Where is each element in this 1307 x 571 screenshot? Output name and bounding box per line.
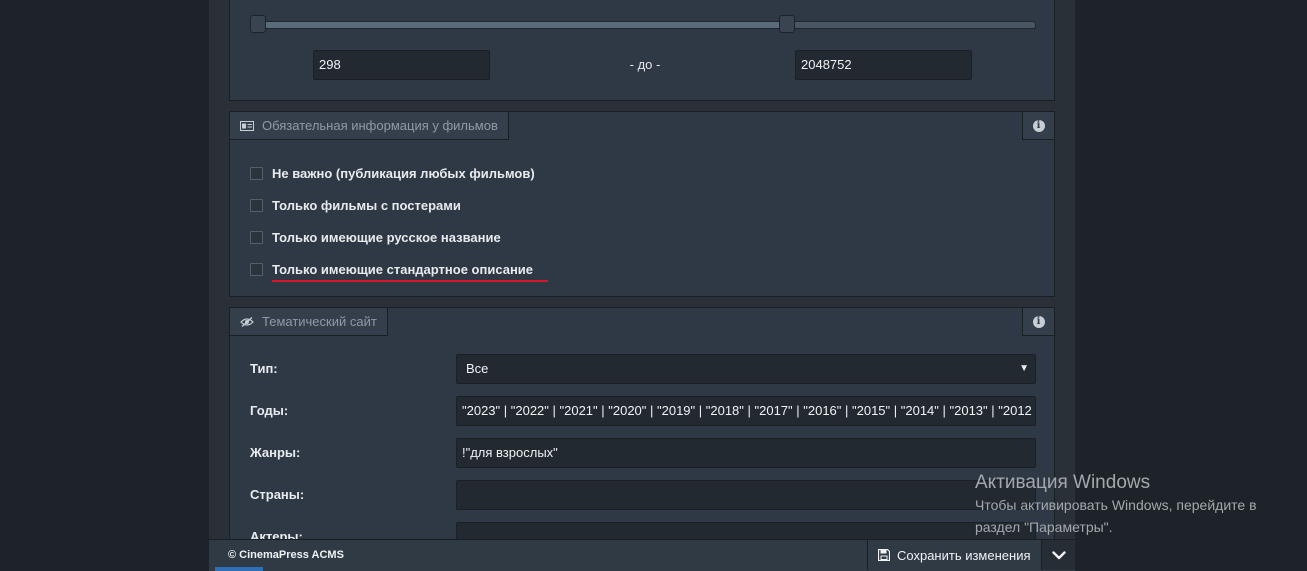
range-separator: - до - — [629, 57, 661, 72]
range-slider-min-handle[interactable] — [250, 15, 266, 33]
form-row-genres: Жанры: !"для взрослых" — [250, 438, 1036, 468]
save-button-label: Сохранить изменения — [897, 547, 1031, 563]
settings-page: 298 - до - 2048752 Обязательная информац… — [209, 0, 1075, 571]
panel-title: Обязательная информация у фильмов — [262, 117, 498, 133]
range-max-input[interactable]: 2048752 — [795, 50, 972, 80]
checkbox-any[interactable]: Не важно (публикация любых фильмов) — [250, 166, 535, 181]
panel-header: Обязательная информация у фильмов i — [230, 112, 1054, 140]
info-icon: i — [1032, 119, 1045, 132]
brand-link[interactable]: © CinemaPress ACMS — [228, 540, 344, 570]
chevron-down-icon — [1051, 550, 1066, 559]
form-row-years: Годы: "2023" | "2022" | "2021" | "2020" … — [250, 396, 1036, 426]
panel-header: Тематический сайт i — [230, 308, 1054, 336]
range-min-input[interactable]: 298 — [313, 50, 490, 80]
genres-input[interactable]: !"для взрослых" — [456, 438, 1036, 468]
checkbox-posters[interactable]: Только фильмы с постерами — [250, 198, 461, 213]
id-card-icon — [240, 120, 254, 131]
years-input[interactable]: "2023" | "2022" | "2021" | "2020" | "201… — [456, 396, 1036, 426]
range-slider-selection — [251, 22, 788, 28]
checkbox-box[interactable] — [250, 167, 263, 180]
countries-label: Страны: — [250, 487, 305, 502]
windows-activation-watermark: Активация Windows Чтобы активировать Win… — [975, 472, 1257, 538]
panel-tab: Обязательная информация у фильмов — [230, 112, 509, 140]
form-row-type: Тип: Все ▼ — [250, 354, 1036, 384]
footer-toggle-button[interactable] — [1041, 540, 1075, 570]
checkbox-label: Только имеющие русское название — [272, 230, 501, 245]
type-label: Тип: — [250, 361, 278, 376]
range-panel: 298 - до - 2048752 — [229, 0, 1055, 101]
checkbox-label: Не важно (публикация любых фильмов) — [272, 166, 535, 181]
checkbox-standard-description[interactable]: Только имеющие стандартное описание — [250, 262, 533, 277]
checkbox-box[interactable] — [250, 199, 263, 212]
checkbox-russian-title[interactable]: Только имеющие русское название — [250, 230, 501, 245]
type-select[interactable]: Все ▼ — [456, 354, 1036, 384]
save-button[interactable]: Сохранить изменения — [867, 540, 1041, 570]
form-row-countries: Страны: — [250, 480, 1036, 510]
range-slider-track[interactable] — [250, 21, 1036, 29]
checkbox-box[interactable] — [250, 263, 263, 276]
watermark-title: Активация Windows — [975, 472, 1151, 493]
highlight-underline — [272, 280, 548, 282]
save-icon — [878, 549, 890, 561]
watermark-line-2: раздел "Параметры". — [975, 519, 1113, 535]
type-select-value: Все — [466, 361, 489, 376]
genres-label: Жанры: — [250, 445, 301, 460]
years-label: Годы: — [250, 403, 289, 418]
info-icon: i — [1032, 315, 1045, 328]
panel-title: Тематический сайт — [262, 313, 377, 329]
watermark-line-1: Чтобы активировать Windows, перейдите в — [975, 497, 1257, 513]
required-info-panel: Обязательная информация у фильмов i Не в… — [229, 111, 1055, 297]
thematic-site-panel: Тематический сайт i Тип: Все ▼ Годы: "20… — [229, 307, 1055, 571]
panel-tab: Тематический сайт — [230, 308, 388, 336]
checkbox-label: Только фильмы с постерами — [272, 198, 461, 213]
checkbox-label: Только имеющие стандартное описание — [272, 262, 534, 277]
checkbox-box[interactable] — [250, 231, 263, 244]
caret-down-icon: ▼ — [1019, 363, 1029, 374]
range-slider-max-handle[interactable] — [778, 15, 795, 33]
footer-bar: © CinemaPress ACMS Сохранить изменения — [209, 539, 1075, 571]
info-button[interactable]: i — [1022, 112, 1054, 140]
eye-slash-icon — [240, 316, 254, 327]
active-tab-indicator — [215, 567, 263, 571]
countries-input[interactable] — [456, 480, 1036, 510]
info-button[interactable]: i — [1022, 308, 1054, 336]
